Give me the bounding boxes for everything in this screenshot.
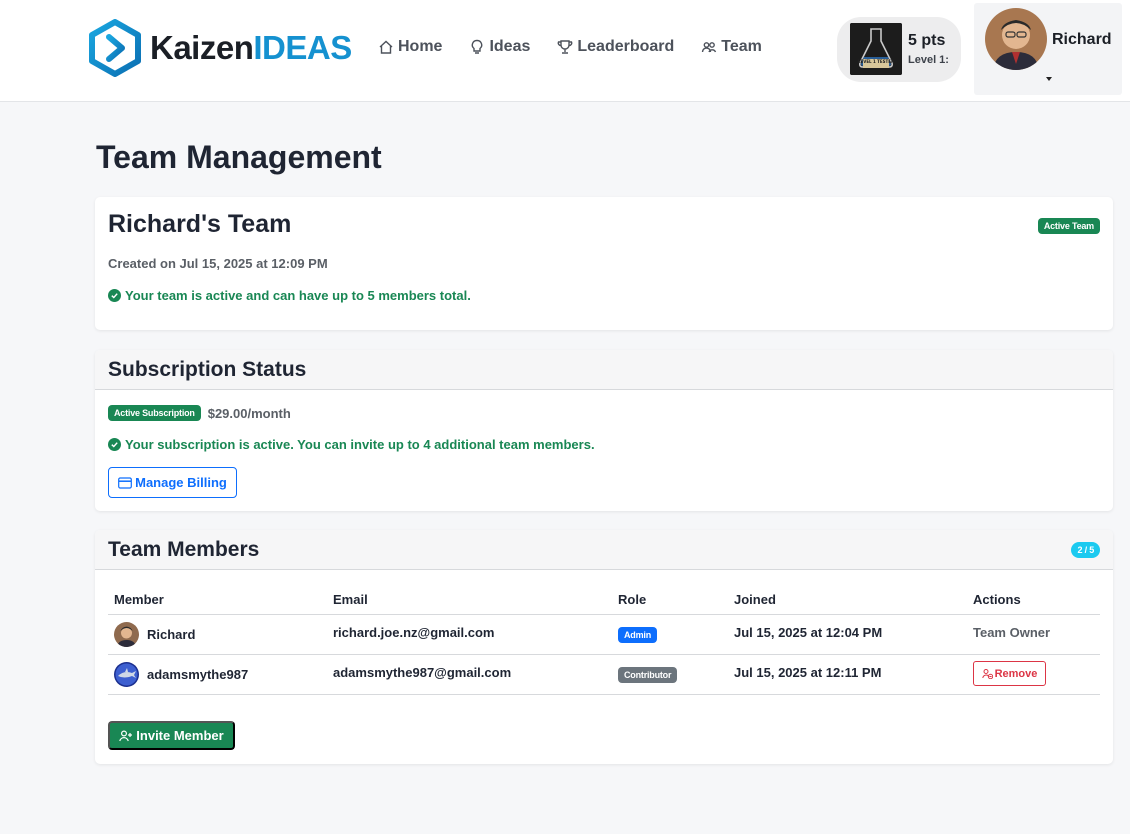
team-members-heading: Team Members <box>108 538 260 561</box>
trophy-icon <box>557 40 573 54</box>
col-role: Role <box>618 592 647 607</box>
avatar <box>114 622 139 647</box>
col-member: Member <box>114 592 164 607</box>
team-message-text: Your team is active and can have up to 5… <box>125 288 471 303</box>
role-badge: Admin <box>618 627 657 643</box>
subscription-heading: Subscription Status <box>108 358 307 381</box>
invite-member-label: Invite Member <box>136 728 224 743</box>
credit-card-icon <box>118 476 133 489</box>
subscription-header: Subscription Status <box>95 350 1113 390</box>
nav-team-label: Team <box>721 38 762 55</box>
remove-label: Remove <box>994 667 1038 680</box>
check-circle-icon <box>108 438 121 451</box>
nav-leaderboard[interactable]: Leaderboard <box>557 38 674 56</box>
brand-name: KaizenIDEAS <box>150 29 352 67</box>
member-joined: Jul 15, 2025 at 12:11 PM <box>734 665 882 680</box>
check-circle-icon <box>108 289 121 302</box>
house-icon <box>379 40 393 54</box>
team-members-card: Team Members 2 / 5 Member Email Role Joi… <box>95 530 1113 764</box>
subscription-card: Subscription Status Active Subscription … <box>95 350 1113 511</box>
page-title: Team Management <box>96 139 382 175</box>
kaizen-logo-icon <box>89 19 141 77</box>
points-display[interactable]: LEVEL 1 TESTER 5 pts Level 1: <box>837 17 961 82</box>
team-status-message: Your team is active and can have up to 5… <box>108 288 471 303</box>
member-name: Richard <box>147 627 196 642</box>
nav-ideas[interactable]: Ideas <box>469 38 530 56</box>
members-table-header: Member Email Role Joined Actions <box>108 587 1100 615</box>
nav-ideas-label: Ideas <box>489 38 531 55</box>
person-remove-icon <box>981 669 993 679</box>
members-table: Member Email Role Joined Actions Richard… <box>108 587 1100 695</box>
brand-logo[interactable]: KaizenIDEAS <box>89 19 352 77</box>
team-created-date: Created on Jul 15, 2025 at 12:09 PM <box>108 256 328 271</box>
user-photo-icon <box>985 8 1047 70</box>
brand-kaizen: Kaizen <box>150 29 254 66</box>
user-photo-icon <box>114 622 139 647</box>
member-count-badge: 2 / 5 <box>1071 542 1100 558</box>
team-name: Richard's Team <box>108 210 292 238</box>
team-owner-label: Team Owner <box>973 625 1051 640</box>
col-actions: Actions <box>973 592 1021 607</box>
manage-billing-label: Manage Billing <box>135 475 227 490</box>
user-name: Richard <box>1052 31 1112 48</box>
level-badge-image: LEVEL 1 TESTER <box>850 23 902 75</box>
subscription-status-badge: Active Subscription <box>108 405 201 421</box>
main-nav: Home Ideas Leaderboard Team <box>378 38 789 56</box>
team-card: Richard's Team Active Team Created on Ju… <box>95 197 1113 330</box>
subscription-summary: Active Subscription $29.00/month <box>108 405 291 421</box>
points-value: 5 pts <box>908 32 946 49</box>
subscription-message: Your subscription is active. You can inv… <box>108 437 595 452</box>
nav-home[interactable]: Home <box>378 38 442 56</box>
member-email: adamsmythe987@gmail.com <box>333 665 512 680</box>
subscription-price: $29.00/month <box>207 405 291 421</box>
lightbulb-icon <box>472 39 483 54</box>
badge-text: LEVEL 1 TESTER <box>858 59 894 64</box>
manage-billing-button[interactable]: Manage Billing <box>108 467 237 498</box>
nav-home-label: Home <box>398 38 443 55</box>
remove-member-button[interactable]: Remove <box>973 661 1046 686</box>
user-menu-dropdown[interactable]: Richard <box>974 3 1122 95</box>
member-name: adamsmythe987 <box>147 667 249 682</box>
table-row: Richard richard.joe.nz@gmail.com Admin J… <box>108 615 1100 655</box>
member-cell: adamsmythe987 <box>114 662 248 687</box>
nav-team[interactable]: Team <box>701 38 762 56</box>
flask-badge-icon: LEVEL 1 TESTER <box>850 23 902 75</box>
table-row: adamsmythe987 adamsmythe987@gmail.com Co… <box>108 655 1100 695</box>
people-icon <box>702 42 717 53</box>
member-cell: Richard <box>114 622 195 647</box>
col-email: Email <box>333 592 368 607</box>
member-joined: Jul 15, 2025 at 12:04 PM <box>734 625 883 640</box>
team-status-badge: Active Team <box>1037 218 1100 234</box>
role-badge: Contributor <box>618 667 678 683</box>
avatar <box>985 8 1047 70</box>
member-email: richard.joe.nz@gmail.com <box>333 625 495 640</box>
nav-leaderboard-label: Leaderboard <box>577 38 675 55</box>
points-level: Level 1: <box>908 54 949 66</box>
top-navbar: KaizenIDEAS Home Ideas Leaderboard Team <box>0 0 1130 102</box>
caret-down-icon <box>1046 77 1052 81</box>
member-role: Contributor <box>618 666 678 683</box>
subscription-message-text: Your subscription is active. You can inv… <box>125 437 595 452</box>
person-add-icon <box>119 729 133 741</box>
avatar <box>114 662 139 687</box>
member-role: Admin <box>618 626 657 643</box>
col-joined: Joined <box>734 592 776 607</box>
brand-ideas: IDEAS <box>253 29 352 66</box>
shark-avatar-icon <box>114 662 139 687</box>
invite-member-button[interactable]: Invite Member <box>108 721 235 750</box>
team-members-header: Team Members 2 / 5 <box>95 530 1113 570</box>
